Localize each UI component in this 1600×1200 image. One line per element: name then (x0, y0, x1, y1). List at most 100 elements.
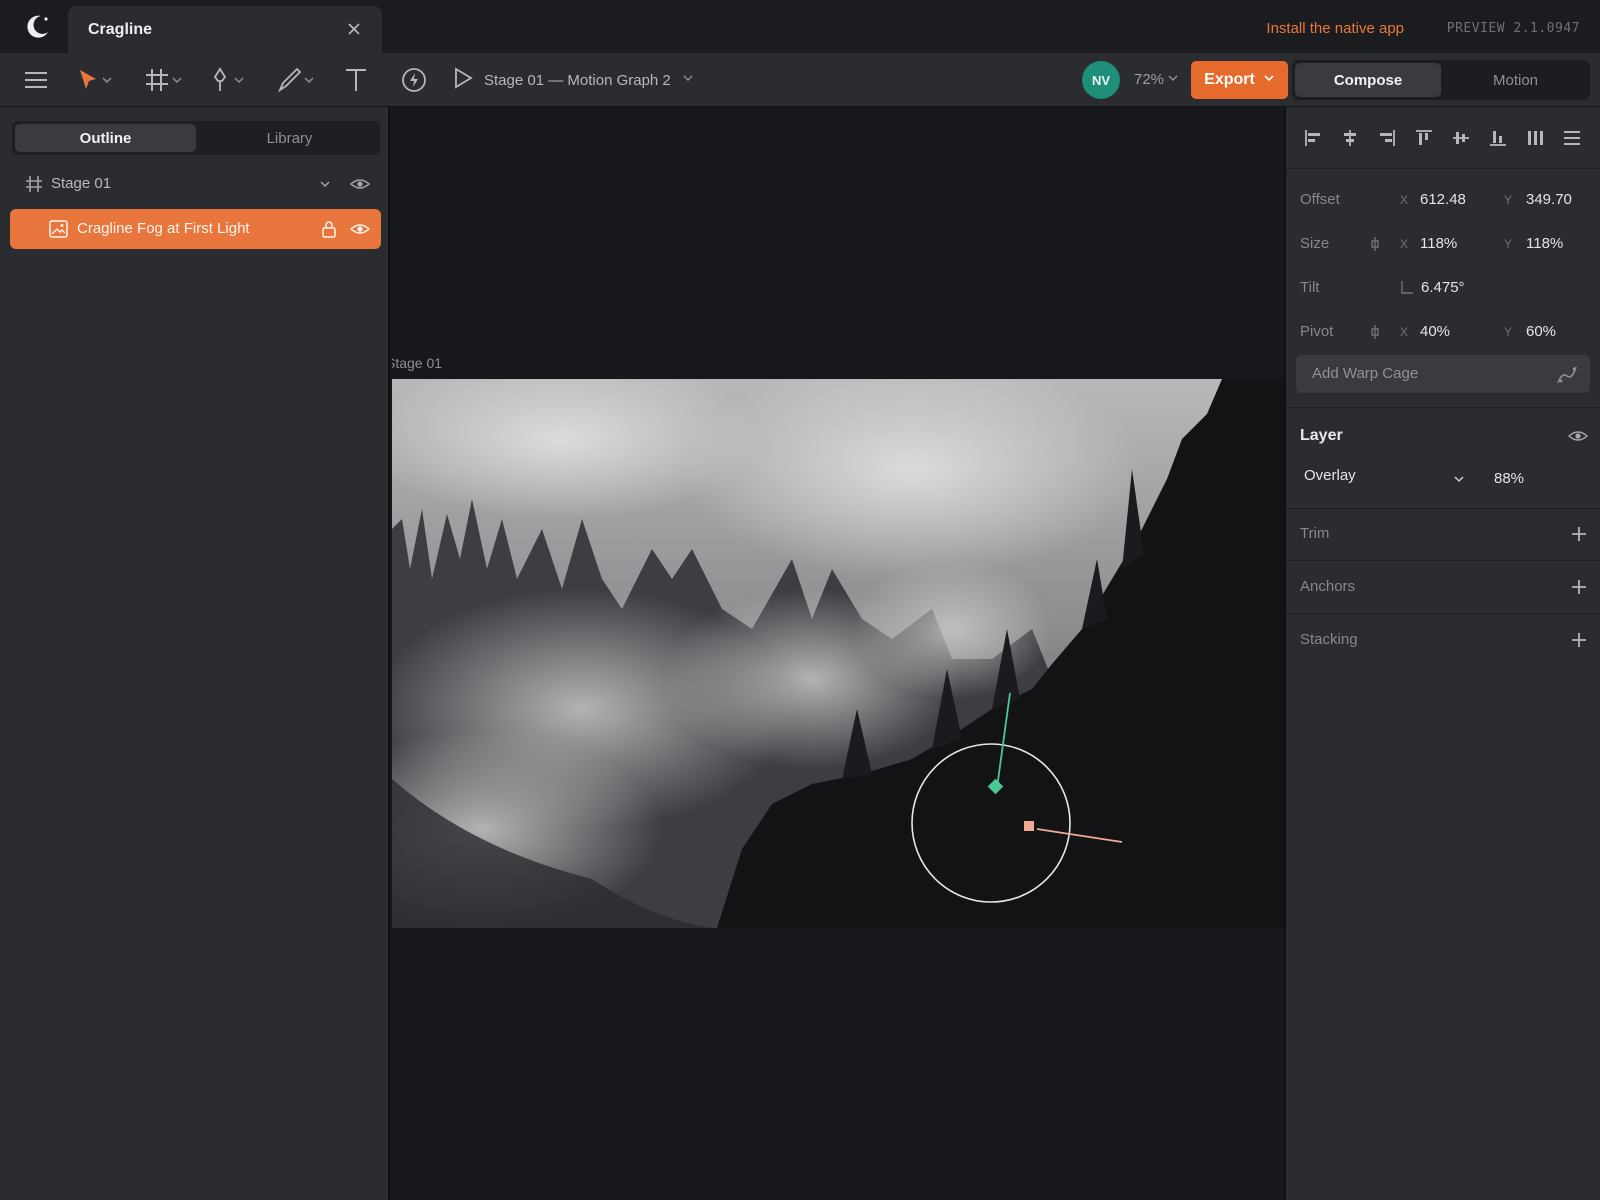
add-trim-plus-icon[interactable] (1570, 525, 1588, 548)
close-icon[interactable] (346, 21, 362, 37)
offset-y-input[interactable]: 349.70 (1526, 191, 1572, 208)
chevron-down-icon (170, 65, 184, 95)
size-x-input[interactable]: 118% (1420, 235, 1457, 252)
pivot-x-input[interactable]: 40% (1420, 323, 1450, 340)
export-label: Export (1204, 71, 1255, 88)
motion-mode-button[interactable]: Motion (1444, 63, 1587, 97)
pivot-row: Pivot X 40% Y 60% (1300, 317, 1590, 347)
link-proportions-icon[interactable] (1369, 236, 1381, 256)
align-bottom-icon[interactable] (1489, 129, 1507, 147)
image-icon (49, 220, 68, 243)
moon-logo-icon[interactable] (22, 12, 52, 42)
chevron-down-icon (100, 65, 114, 95)
offset-label: Offset (1300, 191, 1340, 208)
main-toolbar: Stage 01 — Motion Graph 2 NV 72% Export … (0, 53, 1600, 107)
pivot-label: Pivot (1300, 323, 1334, 340)
version-label: PREVIEW 2.1.0947 (1446, 21, 1580, 36)
menu-icon[interactable] (22, 65, 50, 95)
pencil-tool[interactable] (276, 65, 316, 95)
title-bar: Cragline Install the native app PREVIEW … (0, 0, 1600, 53)
chevron-down-icon (1167, 71, 1179, 88)
interaction-icon[interactable] (400, 65, 428, 95)
layer-name: Cragline Fog at First Light (77, 220, 250, 237)
compose-mode-button[interactable]: Compose (1295, 63, 1441, 97)
play-icon (452, 66, 474, 94)
blend-mode-value: Overlay (1304, 467, 1356, 484)
export-button[interactable]: Export (1191, 61, 1288, 99)
blend-mode-select[interactable]: Overlay (1304, 467, 1470, 491)
timeline-name: Stage 01 — Motion Graph 2 (484, 71, 671, 89)
eye-icon[interactable] (349, 176, 371, 197)
document-tab[interactable]: Cragline (68, 6, 382, 53)
pointer-icon (76, 65, 100, 95)
pivot-y-input[interactable]: 60% (1526, 323, 1556, 340)
tab-library[interactable]: Library (202, 124, 377, 152)
align-left-icon[interactable] (1304, 129, 1322, 147)
trim-section[interactable]: Trim (1300, 525, 1329, 542)
pencil-icon (276, 65, 302, 95)
offset-row: Offset X 612.48 Y 349.70 (1300, 185, 1590, 215)
chevron-down-icon[interactable] (318, 177, 332, 196)
tab-outline[interactable]: Outline (15, 124, 196, 152)
frame-icon (144, 65, 170, 95)
stage-label: Stage 01 (392, 355, 443, 371)
size-x-axis: X (1400, 237, 1409, 251)
layer-opacity-input[interactable]: 88% (1494, 470, 1524, 487)
frame-tool[interactable] (144, 65, 184, 95)
eye-icon[interactable] (349, 221, 371, 242)
align-center-horizontal-icon[interactable] (1341, 129, 1359, 147)
add-warp-cage-button[interactable]: Add Warp Cage (1296, 355, 1590, 393)
align-middle-vertical-icon[interactable] (1452, 129, 1470, 147)
divider (1286, 407, 1600, 408)
zoom-selector[interactable]: 72% (1134, 71, 1179, 88)
pen-tool[interactable] (208, 65, 246, 95)
align-right-icon[interactable] (1378, 129, 1396, 147)
offset-x-input[interactable]: 612.48 (1420, 191, 1466, 208)
lock-icon[interactable] (321, 220, 337, 243)
chevron-down-icon (302, 65, 316, 95)
pivot-x-axis: X (1400, 325, 1409, 339)
outline-item-stage[interactable]: Stage 01 (10, 165, 381, 203)
tilt-row: Tilt 6.475° (1300, 273, 1590, 303)
stage-name: Stage 01 (51, 175, 112, 192)
timeline-selector[interactable]: Stage 01 — Motion Graph 2 (452, 65, 695, 95)
pen-icon (208, 65, 232, 95)
link-proportions-icon[interactable] (1369, 324, 1381, 344)
stacking-section[interactable]: Stacking (1300, 631, 1358, 648)
add-anchor-plus-icon[interactable] (1570, 578, 1588, 601)
inspector-panel: Offset X 612.48 Y 349.70 Size X 118% Y 1… (1284, 107, 1600, 1200)
frame-icon (24, 174, 44, 199)
canvas-area[interactable]: Stage 01 (392, 107, 1284, 1200)
user-avatar[interactable]: NV (1082, 61, 1120, 99)
panel-tabs: Outline Library (12, 121, 380, 155)
divider (1286, 560, 1600, 561)
chevron-down-icon (681, 71, 695, 89)
add-stacking-plus-icon[interactable] (1570, 631, 1588, 654)
divider (1286, 508, 1600, 509)
anchors-section[interactable]: Anchors (1300, 578, 1355, 595)
align-top-icon[interactable] (1415, 129, 1433, 147)
angle-icon (1400, 280, 1414, 298)
alignment-toolbar (1286, 107, 1600, 169)
curve-path-icon (1557, 366, 1577, 384)
mode-switcher: Compose Motion (1292, 60, 1590, 100)
size-label: Size (1300, 235, 1330, 252)
install-native-app-link[interactable]: Install the native app (1266, 20, 1404, 37)
pointer-tool[interactable] (76, 65, 114, 95)
size-y-input[interactable]: 118% (1526, 235, 1563, 252)
warp-button-label: Add Warp Cage (1312, 365, 1419, 382)
tilt-input[interactable]: 6.475° (1421, 279, 1465, 296)
outline-item-image-layer[interactable]: Cragline Fog at First Light (10, 209, 381, 249)
zoom-value: 72% (1134, 71, 1165, 88)
pivot-y-axis: Y (1504, 325, 1513, 339)
document-tab-title: Cragline (88, 21, 153, 38)
tilt-label: Tilt (1300, 279, 1320, 296)
outline-panel: Outline Library Stage 01 Cragline Fog at… (0, 107, 390, 1200)
distribute-horizontal-icon[interactable] (1526, 129, 1544, 147)
eye-icon[interactable] (1567, 428, 1589, 449)
text-icon[interactable] (343, 65, 369, 95)
chevron-down-icon (232, 65, 246, 95)
foggy-forest-photo[interactable] (392, 379, 1284, 928)
distribute-vertical-icon[interactable] (1563, 129, 1581, 147)
divider (1286, 613, 1600, 614)
